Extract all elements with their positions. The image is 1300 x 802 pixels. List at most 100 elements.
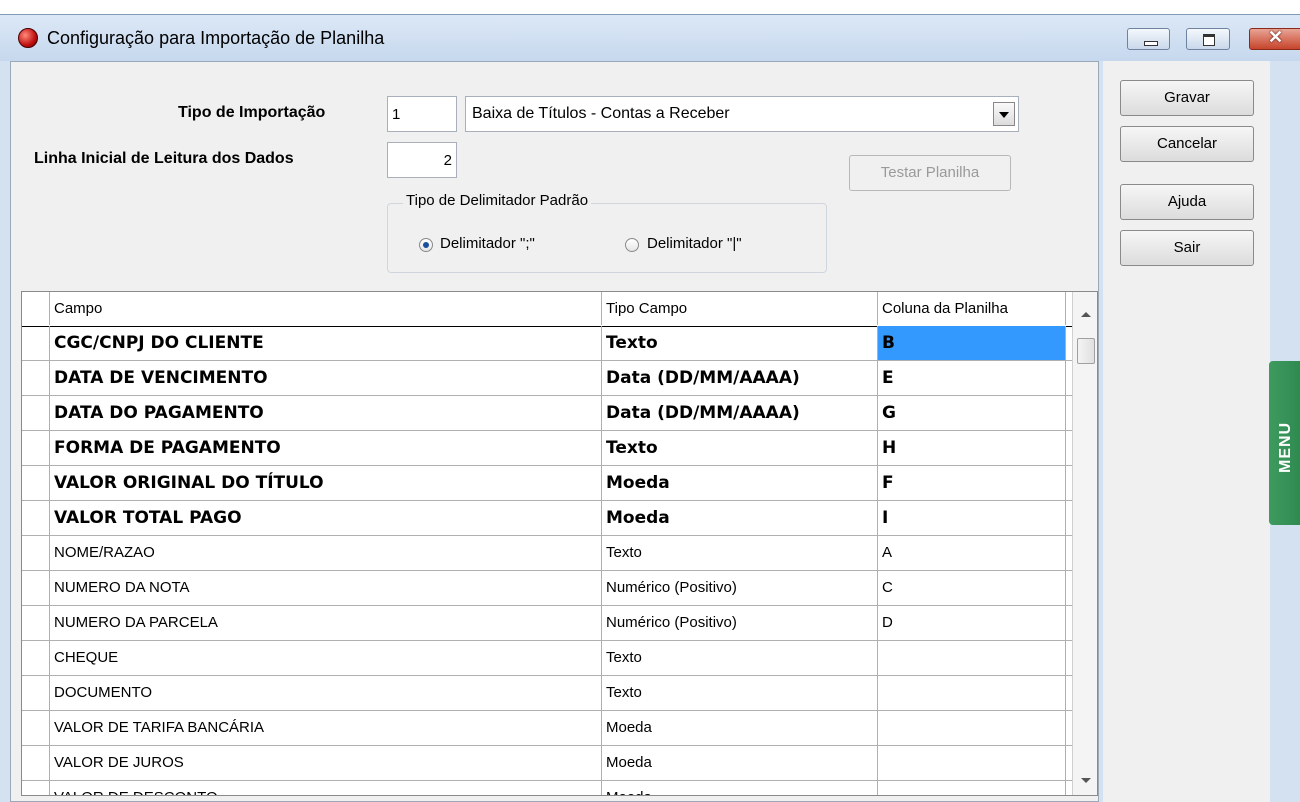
cell-tipo-campo[interactable]: Moeda [602,746,878,780]
cell-tipo-campo[interactable]: Texto [602,641,878,675]
dropdown-button[interactable] [993,102,1015,126]
scroll-thumb[interactable] [1077,338,1095,364]
cell-coluna-planilha[interactable]: H [878,431,1066,465]
cell-coluna-planilha[interactable]: G [878,396,1066,430]
cell-coluna-planilha[interactable] [878,676,1066,710]
maximize-button[interactable] [1186,28,1230,50]
table-row[interactable]: CHEQUE Texto [22,641,1080,676]
cell-campo[interactable]: VALOR DE DESCONTO [50,781,602,795]
tipo-importacao-code-input[interactable] [387,96,457,132]
cell-campo[interactable]: VALOR ORIGINAL DO TÍTULO [50,466,602,500]
cell-coluna-planilha[interactable]: E [878,361,1066,395]
delimitador-group-title: Tipo de Delimitador Padrão [403,192,592,209]
cell-campo[interactable]: VALOR TOTAL PAGO [50,501,602,535]
table-row[interactable]: DOCUMENTO Texto [22,676,1080,711]
ajuda-button[interactable]: Ajuda [1120,184,1254,220]
cell-coluna-planilha[interactable]: D [878,606,1066,640]
table-row[interactable]: VALOR TOTAL PAGO Moeda I [22,501,1080,536]
scroll-up-icon[interactable] [1081,312,1091,317]
cell-campo[interactable]: CHEQUE [50,641,602,675]
linha-inicial-input[interactable] [387,142,457,178]
cell-campo[interactable]: DOCUMENTO [50,676,602,710]
cell-coluna-planilha[interactable]: C [878,571,1066,605]
cell-campo[interactable]: VALOR DE JUROS [50,746,602,780]
cell-coluna-planilha[interactable] [878,711,1066,745]
gravar-label: Gravar [1164,89,1210,106]
table-row[interactable]: VALOR DE TARIFA BANCÁRIA Moeda [22,711,1080,746]
cell-campo[interactable]: CGC/CNPJ DO CLIENTE [50,326,602,360]
row-indicator [22,781,50,795]
cell-coluna-planilha[interactable]: F [878,466,1066,500]
column-header-coluna-planilha[interactable]: Coluna da Planilha [878,292,1066,325]
row-indicator [22,641,50,675]
cell-tipo-campo[interactable]: Texto [602,536,878,570]
delimitador-pipe-radio[interactable] [625,238,639,252]
vertical-scrollbar[interactable] [1072,292,1097,795]
delimitador-semicolon-label[interactable]: Delimitador ";" [440,235,535,252]
cell-tipo-campo[interactable]: Numérico (Positivo) [602,571,878,605]
gravar-button[interactable]: Gravar [1120,80,1254,116]
row-indicator [22,676,50,710]
cell-tipo-campo[interactable]: Moeda [602,466,878,500]
column-header-tipo-campo[interactable]: Tipo Campo [602,292,878,325]
column-header-campo[interactable]: Campo [50,292,602,325]
cell-tipo-campo[interactable]: Texto [602,326,878,360]
cell-tipo-campo[interactable]: Data (DD/MM/AAAA) [602,361,878,395]
minimize-button[interactable] [1127,28,1170,50]
cell-campo[interactable]: NUMERO DA NOTA [50,571,602,605]
row-indicator [22,536,50,570]
cell-coluna-planilha[interactable] [878,746,1066,780]
cell-coluna-planilha[interactable] [878,781,1066,795]
row-indicator-header [22,292,50,325]
window-title: Configuração para Importação de Planilha [47,28,385,48]
table-row[interactable]: NUMERO DA PARCELA Numérico (Positivo) D [22,606,1080,641]
cell-coluna-planilha[interactable]: A [878,536,1066,570]
cell-campo[interactable]: VALOR DE TARIFA BANCÁRIA [50,711,602,745]
cell-tipo-campo[interactable]: Moeda [602,711,878,745]
cell-tipo-campo[interactable]: Moeda [602,501,878,535]
cell-tipo-campo[interactable]: Moeda [602,781,878,795]
row-indicator [22,361,50,395]
row-indicator [22,571,50,605]
form-area: Tipo de Importação Baixa de Títulos - Co… [10,61,1099,802]
cell-campo[interactable]: DATA DE VENCIMENTO [50,361,602,395]
title-bar[interactable]: Configuração para Importação de Planilha… [0,15,1300,61]
sair-button[interactable]: Sair [1120,230,1254,266]
table-row[interactable]: VALOR DE JUROS Moeda [22,746,1080,781]
table-row[interactable]: DATA DO PAGAMENTO Data (DD/MM/AAAA) G [22,396,1080,431]
fields-grid[interactable]: Campo Tipo Campo Coluna da Planilha CGC/… [21,291,1098,796]
cell-campo[interactable]: DATA DO PAGAMENTO [50,396,602,430]
table-row[interactable]: VALOR DE DESCONTOMoeda [22,781,1080,795]
cell-coluna-planilha[interactable]: B [878,326,1066,360]
delimitador-pipe-label[interactable]: Delimitador "|" [647,235,742,252]
menu-tab-label: MENU [1277,421,1294,473]
ajuda-label: Ajuda [1167,193,1207,210]
cell-tipo-campo[interactable]: Texto [602,431,878,465]
cell-campo[interactable]: NUMERO DA PARCELA [50,606,602,640]
table-row[interactable]: CGC/CNPJ DO CLIENTE Texto B [22,326,1080,361]
table-row[interactable]: VALOR ORIGINAL DO TÍTULO Moeda F [22,466,1080,501]
cell-campo[interactable]: NOME/RAZAO [50,536,602,570]
row-indicator [22,396,50,430]
delimitador-semicolon-radio[interactable] [419,238,433,252]
cell-campo[interactable]: FORMA DE PAGAMENTO [50,431,602,465]
row-indicator [22,746,50,780]
cell-coluna-planilha[interactable] [878,641,1066,675]
table-row[interactable]: FORMA DE PAGAMENTO Texto H [22,431,1080,466]
table-row[interactable]: DATA DE VENCIMENTO Data (DD/MM/AAAA) E [22,361,1080,396]
table-row[interactable]: NUMERO DA NOTA Numérico (Positivo) C [22,571,1080,606]
scroll-down-icon[interactable] [1081,778,1091,783]
tipo-importacao-label: Tipo de Importação [178,104,326,121]
testar-planilha-button[interactable]: Testar Planilha [849,155,1011,191]
cell-tipo-campo[interactable]: Texto [602,676,878,710]
row-indicator [22,501,50,535]
table-row[interactable]: NOME/RAZAO Texto A [22,536,1080,571]
close-button[interactable]: ✕ [1249,27,1300,50]
tipo-importacao-select[interactable]: Baixa de Títulos - Contas a Receber [465,96,1019,132]
menu-side-tab[interactable]: MENU [1269,361,1300,525]
cell-tipo-campo[interactable]: Data (DD/MM/AAAA) [602,396,878,430]
cell-tipo-campo[interactable]: Numérico (Positivo) [602,606,878,640]
dialog-window: Configuração para Importação de Planilha… [0,14,1300,802]
cell-coluna-planilha[interactable]: I [878,501,1066,535]
cancelar-button[interactable]: Cancelar [1120,126,1254,162]
